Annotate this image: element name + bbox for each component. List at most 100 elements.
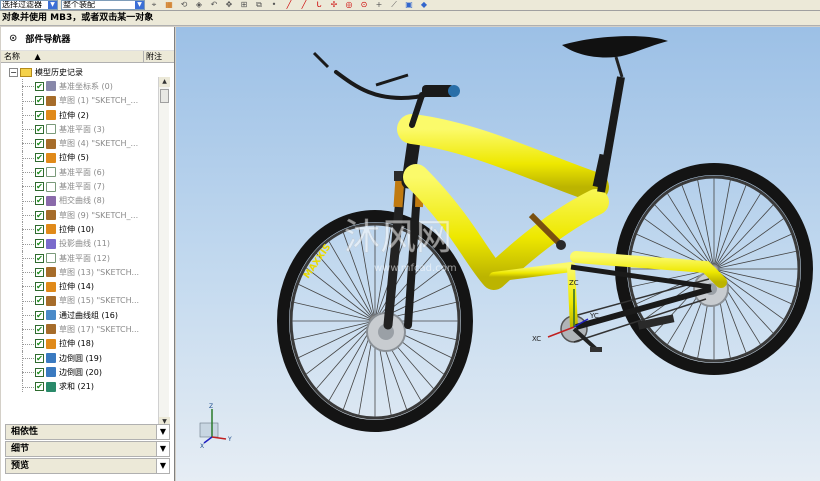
- graphics-viewport[interactable]: MAXXIS 沐风网 www.mfcad.com ZC XC YC Z X Y: [176, 27, 820, 481]
- visibility-checkbox[interactable]: ✔: [35, 253, 44, 263]
- intersect-curve-icon: [46, 195, 56, 206]
- selection-filter-combo[interactable]: 选择过滤器 ▼: [0, 0, 58, 10]
- tree-item[interactable]: ✔ 草图 (4) "SKETCH_...: [1, 136, 165, 151]
- scroll-thumb[interactable]: [160, 89, 169, 103]
- collapse-icon[interactable]: −: [9, 67, 18, 77]
- visibility-checkbox[interactable]: ✔: [35, 282, 44, 292]
- tree-item-label: 拉伸 (14): [59, 282, 94, 292]
- move-icon[interactable]: ✥: [223, 0, 235, 10]
- tree-item[interactable]: ✔ 拉伸 (2): [1, 107, 165, 123]
- scroll-up-icon[interactable]: ▲: [159, 77, 170, 87]
- visibility-checkbox[interactable]: ✔: [35, 324, 44, 334]
- tree-item[interactable]: ✔ 拉伸 (14): [1, 279, 165, 294]
- tree-item[interactable]: ✔ 相交曲线 (8): [1, 193, 165, 208]
- visibility-checkbox[interactable]: ✔: [35, 239, 44, 249]
- visibility-checkbox[interactable]: ✔: [35, 210, 44, 220]
- visibility-checkbox[interactable]: ✔: [35, 81, 44, 91]
- visibility-checkbox[interactable]: ✔: [35, 310, 44, 320]
- datum-plane-icon: [46, 167, 56, 178]
- visibility-checkbox[interactable]: ✔: [35, 267, 44, 277]
- tree-item[interactable]: ✔ 草图 (9) "SKETCH_...: [1, 207, 165, 223]
- layer-icon[interactable]: ⧉: [253, 0, 265, 10]
- arc-icon[interactable]: ╱: [298, 0, 310, 10]
- tree-item[interactable]: ✔ 基准平面 (7): [1, 179, 165, 194]
- edge-blend-icon: [46, 353, 56, 364]
- selection-filter-value: 选择过滤器: [2, 0, 42, 9]
- tree-item[interactable]: ✔ 边倒圆 (20): [1, 365, 165, 380]
- visibility-checkbox[interactable]: ✔: [35, 167, 44, 177]
- tree-item[interactable]: ✔ 拉伸 (18): [1, 336, 165, 351]
- visibility-checkbox[interactable]: ✔: [35, 367, 44, 377]
- visibility-checkbox[interactable]: ✔: [35, 96, 44, 106]
- curve-icon[interactable]: ᒐ: [313, 0, 325, 10]
- visibility-checkbox[interactable]: ✔: [35, 339, 44, 349]
- view-icon[interactable]: ⟲: [178, 0, 190, 10]
- tree-item-label: 求和 (21): [59, 382, 94, 392]
- filter-icon[interactable]: ⊞: [238, 0, 250, 10]
- cube-icon[interactable]: ◈: [193, 0, 205, 10]
- solid-icon[interactable]: ◆: [418, 0, 430, 10]
- snap-icon[interactable]: ▦: [163, 0, 175, 10]
- line-icon[interactable]: ╱: [283, 0, 295, 10]
- unite-icon: [46, 381, 56, 392]
- tree-item[interactable]: ✔ 草图 (1) "SKETCH_...: [1, 93, 165, 108]
- body-icon[interactable]: ▣: [403, 0, 415, 10]
- tree-item[interactable]: ✔ 基准平面 (3): [1, 122, 165, 137]
- assembly-scope-combo[interactable]: 整个装配 ▼: [61, 0, 145, 10]
- chevron-down-icon[interactable]: ▼: [156, 425, 169, 439]
- tree-item[interactable]: ✔ 草图 (17) "SKETCH...: [1, 322, 165, 337]
- tree-item[interactable]: ✔ 拉伸 (5): [1, 150, 165, 166]
- visibility-checkbox[interactable]: ✔: [35, 353, 44, 363]
- cross-icon[interactable]: ✢: [328, 0, 340, 10]
- tree-root[interactable]: − 模型历史记录: [1, 65, 165, 79]
- section-preview[interactable]: 预览 ▼: [5, 458, 170, 474]
- tree-item[interactable]: ✔ 基准坐标系 (0): [1, 79, 165, 94]
- tree-item[interactable]: ✔ 投影曲线 (11): [1, 236, 165, 251]
- tree-item[interactable]: ✔ 基准平面 (6): [1, 165, 165, 180]
- axis-label-zc: ZC: [569, 279, 579, 287]
- section-details[interactable]: 细节 ▼: [5, 441, 170, 457]
- visibility-checkbox[interactable]: ✔: [35, 196, 44, 206]
- select-icon[interactable]: ⌖: [148, 0, 160, 10]
- undo-icon[interactable]: ↶: [208, 0, 220, 10]
- tree-item[interactable]: ✔ 拉伸 (10): [1, 222, 165, 237]
- visibility-checkbox[interactable]: ✔: [35, 182, 44, 192]
- tree-item[interactable]: ✔ 草图 (13) "SKETCH...: [1, 265, 165, 280]
- chevron-down-icon[interactable]: ▼: [48, 1, 57, 9]
- circle-icon[interactable]: ⊙: [358, 0, 370, 10]
- visibility-checkbox[interactable]: ✔: [35, 139, 44, 149]
- navigator-vertical-scrollbar[interactable]: ▲ ▼: [158, 77, 170, 427]
- circle-icon[interactable]: ◎: [343, 0, 355, 10]
- visibility-checkbox[interactable]: ✔: [35, 124, 44, 134]
- visibility-checkbox[interactable]: ✔: [35, 153, 44, 163]
- column-attached[interactable]: 附注: [144, 51, 174, 62]
- tree-item-label: 边倒圆 (20): [59, 367, 102, 377]
- tree-item-label: 拉伸 (10): [59, 224, 94, 234]
- visibility-checkbox[interactable]: ✔: [35, 382, 44, 392]
- section-dependencies[interactable]: 相依性 ▼: [5, 424, 170, 440]
- point-icon[interactable]: •: [268, 0, 280, 10]
- visibility-checkbox[interactable]: ✔: [35, 296, 44, 306]
- datum-csys-icon: [46, 81, 56, 92]
- sketch-icon: [46, 95, 56, 106]
- tree-item[interactable]: ✔ 通过曲线组 (16): [1, 308, 165, 323]
- pin-icon[interactable]: ⊙: [9, 33, 17, 44]
- tree-root-label: 模型历史记录: [35, 67, 83, 77]
- status-prompt: 对象并使用 MB3，或者双击某一对象: [0, 11, 820, 26]
- axis-label-xc: XC: [532, 335, 541, 343]
- visibility-checkbox[interactable]: ✔: [35, 224, 44, 234]
- bicycle-model[interactable]: MAXXIS 沐风网 www.mfcad.com ZC XC YC Z X Y: [176, 27, 820, 481]
- tree-item[interactable]: ✔ 草图 (15) "SKETCH...: [1, 293, 165, 309]
- visibility-checkbox[interactable]: ✔: [35, 110, 44, 120]
- chevron-down-icon[interactable]: ▼: [135, 1, 144, 9]
- column-name[interactable]: 名称 ▲: [1, 51, 144, 62]
- chevron-down-icon[interactable]: ▼: [156, 442, 169, 456]
- view-triad: Z X Y: [199, 403, 232, 450]
- plus-icon[interactable]: +: [373, 0, 385, 10]
- face-icon[interactable]: ⟋: [388, 0, 400, 10]
- chevron-down-icon[interactable]: ▼: [156, 459, 169, 473]
- tree-item[interactable]: ✔ 边倒圆 (19): [1, 350, 165, 366]
- tree-item[interactable]: ✔ 求和 (21): [1, 379, 165, 393]
- sketch-icon: [46, 295, 56, 306]
- tree-item[interactable]: ✔ 基准平面 (12): [1, 250, 165, 266]
